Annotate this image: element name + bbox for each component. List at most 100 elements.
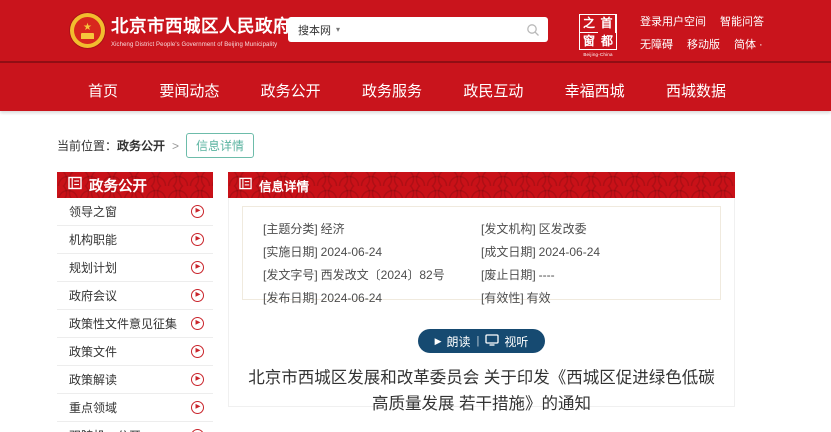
panel-title: 信息详情	[259, 176, 309, 195]
circled-arrow-icon: ▶	[191, 205, 204, 218]
site-subtitle: Xicheng District People's Government of …	[111, 42, 291, 48]
search-scope-dropdown[interactable]: 搜本网 ▾	[298, 22, 340, 38]
nav-item[interactable]: 幸福西城	[565, 80, 625, 101]
breadcrumb-prefix: 当前位置：	[57, 137, 117, 154]
nav-item[interactable]: 政务公开	[261, 80, 321, 101]
metadata-label: [主题分类]	[263, 222, 318, 236]
panel-header: 信息详情	[228, 172, 735, 198]
read-label: 朗读	[447, 333, 471, 350]
sidebar-item[interactable]: 政策文件 ▶	[57, 338, 213, 366]
seal-character: 之	[580, 15, 598, 33]
button-divider: |	[477, 335, 480, 347]
nav-item[interactable]: 西城数据	[666, 80, 726, 101]
metadata-row: [发文字号]西发改文〔2024〕82号	[263, 266, 481, 283]
metadata-label: [废止日期]	[481, 268, 536, 282]
sidebar-item[interactable]: 政府会议 ▶	[57, 282, 213, 310]
sidebar-title: 政务公开	[89, 175, 147, 196]
metadata-row: [有效性]有效	[481, 289, 600, 306]
circled-arrow-icon: ▶	[191, 233, 204, 246]
nav-item[interactable]: 首页	[88, 80, 118, 101]
metadata-value: ----	[539, 268, 555, 282]
breadcrumb-section-link[interactable]: 政务公开	[117, 137, 165, 154]
sidebar: 政务公开 领导之窗 ▶ 机构职能 ▶ 规划计划 ▶	[57, 172, 213, 432]
site-brand[interactable]: 北京市西城区人民政府 Xicheng District People's Gov…	[111, 13, 291, 48]
header-quick-links: 登录用户空间智能问答 无障碍移动版简体 ·	[640, 13, 764, 59]
seal-grid: 之首窗都	[579, 14, 617, 50]
breadcrumb-separator: >	[172, 139, 179, 153]
metadata-row: [主题分类]经济	[263, 220, 481, 237]
national-emblem-logo: ★	[70, 13, 105, 48]
metadata-row: [发文机构]区发改委	[481, 220, 600, 237]
sidebar-item[interactable]: 政策解读 ▶	[57, 366, 213, 394]
sidebar-item-label: 政府会议	[69, 287, 117, 304]
sidebar-item-label: 政策解读	[69, 371, 117, 388]
metadata-column-right: [发文机构]区发改委 [成文日期]2024-06-24 [废止日期]---- […	[481, 220, 600, 299]
site-title: 北京市西城区人民政府	[111, 13, 291, 38]
play-icon: ▶	[435, 336, 442, 347]
header-link[interactable]: 智能问答	[720, 13, 764, 29]
detail-panel: [主题分类]经济 [实施日期]2024-06-24 [发文字号]西发改文〔202…	[228, 198, 735, 407]
header-link[interactable]: 无障碍	[640, 36, 673, 52]
read-listen-button[interactable]: ▶ 朗读 | 视听	[418, 329, 546, 353]
metadata-row: [实施日期]2024-06-24	[263, 243, 481, 260]
circled-arrow-icon: ▶	[191, 261, 204, 274]
metadata-value: 经济	[321, 222, 345, 236]
sidebar-item-label: 双随机一公开	[69, 427, 141, 432]
sidebar-item-label: 机构职能	[69, 231, 117, 248]
breadcrumb: 当前位置： 政务公开 > 信息详情	[57, 133, 831, 158]
sidebar-header: 政务公开	[57, 172, 213, 198]
header-link[interactable]: 移动版	[687, 36, 720, 52]
seal-character: 都	[598, 33, 616, 50]
metadata-row: [废止日期]----	[481, 266, 600, 283]
sidebar-item[interactable]: 领导之窗 ▶	[57, 198, 213, 226]
seal-character: 窗	[580, 33, 598, 50]
sidebar-item[interactable]: 双随机一公开 ▶	[57, 422, 213, 432]
metadata-value: 有效	[527, 291, 551, 305]
main-nav: 首页 要闻动态 政务公开 政务服务 政民互动 幸福西城 西城数据	[0, 63, 831, 111]
search-scope-label: 搜本网	[298, 22, 331, 38]
metadata-row: [成文日期]2024-06-24	[481, 243, 600, 260]
sidebar-item[interactable]: 机构职能 ▶	[57, 226, 213, 254]
content-columns: 政务公开 领导之窗 ▶ 机构职能 ▶ 规划计划 ▶	[57, 172, 831, 432]
seal-character: 首	[598, 15, 616, 33]
circled-arrow-icon: ▶	[191, 317, 204, 330]
listen-label: 视听	[504, 333, 528, 350]
search-input[interactable]	[340, 17, 526, 42]
sidebar-item[interactable]: 重点领域 ▶	[57, 394, 213, 422]
metadata-value: 西发改文〔2024〕82号	[321, 268, 445, 282]
nav-item[interactable]: 要闻动态	[159, 80, 219, 101]
sidebar-item-label: 规划计划	[69, 259, 117, 276]
circled-arrow-icon: ▶	[191, 289, 204, 302]
search-icon[interactable]	[526, 23, 540, 37]
sidebar-item[interactable]: 政策性文件意见征集 ▶	[57, 310, 213, 338]
sidebar-menu: 领导之窗 ▶ 机构职能 ▶ 规划计划 ▶ 政府会议 ▶	[57, 198, 213, 432]
metadata-label: [发文机构]	[481, 222, 536, 236]
header-link[interactable]: 简体 ·	[734, 36, 763, 52]
main-content: 信息详情 [主题分类]经济 [实施日期]2024-06-24 [发文字号]西发改…	[228, 172, 735, 432]
nav-item[interactable]: 政民互动	[463, 80, 523, 101]
circled-arrow-icon: ▶	[191, 401, 204, 414]
document-icon	[239, 177, 252, 193]
seal-caption: Beijing-China	[577, 52, 619, 57]
sidebar-item[interactable]: 规划计划 ▶	[57, 254, 213, 282]
metadata-box: [主题分类]经济 [实施日期]2024-06-24 [发文字号]西发改文〔202…	[242, 206, 721, 300]
metadata-label: [实施日期]	[263, 245, 318, 259]
header-link[interactable]: 登录用户空间	[640, 13, 706, 29]
emblem-inner: ★	[74, 17, 101, 44]
nav-item[interactable]: 政务服务	[362, 80, 422, 101]
capital-window-seal[interactable]: 之首窗都 Beijing-China	[577, 14, 619, 57]
metadata-value: 2024-06-24	[539, 245, 600, 259]
metadata-value: 2024-06-24	[321, 245, 382, 259]
metadata-label: [有效性]	[481, 291, 524, 305]
search-bar: 搜本网 ▾	[288, 17, 548, 42]
star-icon: ★	[83, 23, 92, 32]
nav-items: 首页 要闻动态 政务公开 政务服务 政民互动 幸福西城 西城数据	[0, 63, 831, 111]
metadata-label: [发布日期]	[263, 291, 318, 305]
metadata-label: [发文字号]	[263, 268, 318, 282]
metadata-label: [成文日期]	[481, 245, 536, 259]
quick-links-row-2: 无障碍移动版简体 ·	[640, 36, 764, 52]
sidebar-item-label: 政策文件	[69, 343, 117, 360]
quick-links-row-1: 登录用户空间智能问答	[640, 13, 764, 29]
media-button-row: ▶ 朗读 | 视听	[229, 329, 734, 353]
circled-arrow-icon: ▶	[191, 373, 204, 386]
